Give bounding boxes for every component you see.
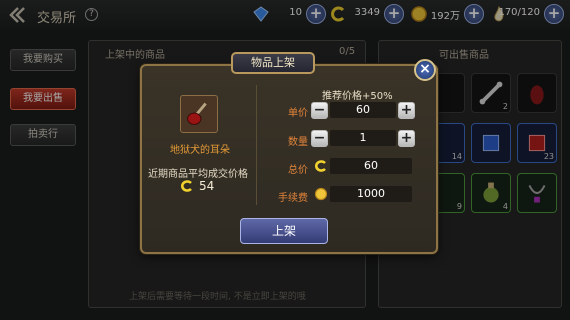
total-price-label: 总价 xyxy=(288,165,308,176)
unit-price-minus-button[interactable]: − xyxy=(311,102,328,119)
average-price-value: 54 xyxy=(199,179,215,193)
average-price-label: 近期商品平均成交价格 xyxy=(148,169,248,180)
fee-label: 手续费 xyxy=(278,193,308,204)
coupon-icon xyxy=(315,160,326,172)
close-dialog-button[interactable]: × xyxy=(414,59,436,81)
unit-price-label: 单价 xyxy=(288,108,308,119)
quantity-label: 数量 xyxy=(288,137,308,148)
unit-price-plus-button[interactable]: + xyxy=(398,102,415,119)
item-name: 地狱犬的耳朵 xyxy=(170,145,230,156)
hellhound-ear-icon xyxy=(187,102,207,125)
unit-price-input[interactable]: 60 xyxy=(330,102,396,118)
gold-coin-icon xyxy=(314,187,328,201)
total-price-value: 60 xyxy=(330,158,412,174)
recommended-price-label: 推荐价格+50% xyxy=(322,91,393,102)
quantity-input[interactable]: 1 xyxy=(330,130,396,146)
quantity-plus-button[interactable]: + xyxy=(398,130,415,147)
list-item-button[interactable]: 上架 xyxy=(240,218,328,244)
coupon-icon xyxy=(181,180,192,192)
selected-item-slot xyxy=(180,95,218,133)
dialog-divider xyxy=(256,85,257,205)
quantity-minus-button[interactable]: − xyxy=(311,130,328,147)
fee-value: 1000 xyxy=(330,186,412,202)
dialog-title: 物品上架 xyxy=(231,52,315,74)
